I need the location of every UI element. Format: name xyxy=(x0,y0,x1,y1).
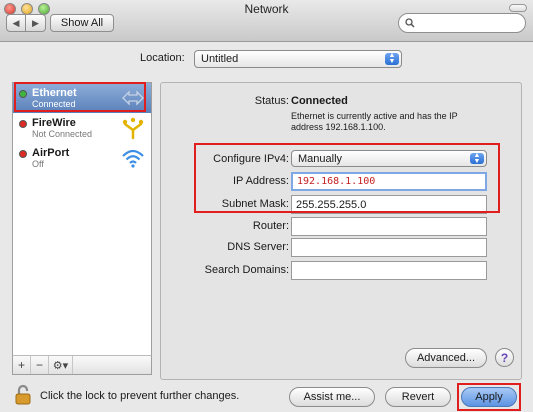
back-button[interactable]: ◀ xyxy=(6,14,26,32)
window-titlebar: Network ◀ ▶ Show All xyxy=(0,0,533,42)
service-status: Not Connected xyxy=(32,129,93,139)
service-name: FireWire xyxy=(32,117,76,129)
service-list-toolbar: + − ⚙▾ xyxy=(12,355,152,375)
ipv4-settings-highlight xyxy=(194,143,500,213)
back-arrow-icon: ◀ xyxy=(12,17,20,28)
service-item-airport[interactable]: AirPort Off xyxy=(13,143,151,173)
service-status: Off xyxy=(32,159,44,169)
detail-panel: Status: Connected Ethernet is currently … xyxy=(160,82,522,380)
advanced-button[interactable]: Advanced... xyxy=(405,348,487,368)
forward-arrow-icon: ▶ xyxy=(32,17,39,28)
dns-server-field[interactable] xyxy=(291,238,487,257)
service-list: Ethernet Connected FireWire Not Connecte… xyxy=(12,82,152,356)
gear-menu-button[interactable]: ⚙▾ xyxy=(49,356,73,374)
lock-message: Click the lock to prevent further change… xyxy=(40,390,240,402)
service-name: AirPort xyxy=(32,147,70,159)
add-service-button[interactable]: + xyxy=(13,356,31,374)
router-field[interactable] xyxy=(291,217,487,236)
status-label: Status: xyxy=(254,95,289,107)
location-label: Location: xyxy=(140,52,185,64)
toolbar-toggle-button[interactable] xyxy=(509,4,527,12)
status-indicator-icon xyxy=(19,150,27,158)
forward-button[interactable]: ▶ xyxy=(26,14,46,32)
apply-highlight xyxy=(457,383,521,411)
history-nav: ◀ ▶ xyxy=(6,14,46,32)
status-description: Ethernet is currently active and has the… xyxy=(291,111,458,132)
search-icon xyxy=(405,18,415,28)
status-indicator-icon xyxy=(19,120,27,128)
dns-server-label: DNS Server: xyxy=(227,241,289,253)
status-value: Connected xyxy=(291,95,348,107)
firewire-icon xyxy=(121,116,145,143)
location-popup[interactable]: Untitled ▲ ▼ xyxy=(194,50,402,68)
lock-icon[interactable] xyxy=(12,384,34,409)
popup-arrows-icon: ▲ ▼ xyxy=(385,52,399,65)
show-all-button[interactable]: Show All xyxy=(50,14,114,32)
router-label: Router: xyxy=(252,220,289,232)
service-item-firewire[interactable]: FireWire Not Connected xyxy=(13,113,151,143)
search-domains-field[interactable] xyxy=(291,261,487,280)
location-value: Untitled xyxy=(201,53,239,65)
revert-button[interactable]: Revert xyxy=(385,387,451,407)
ethernet-highlight xyxy=(14,82,146,112)
assist-me-button[interactable]: Assist me... xyxy=(289,387,375,407)
search-input[interactable] xyxy=(398,13,526,33)
search-domains-label: Search Domains: xyxy=(204,264,289,276)
wifi-icon xyxy=(121,146,145,173)
remove-service-button[interactable]: − xyxy=(31,356,49,374)
help-button[interactable]: ? xyxy=(495,348,514,367)
